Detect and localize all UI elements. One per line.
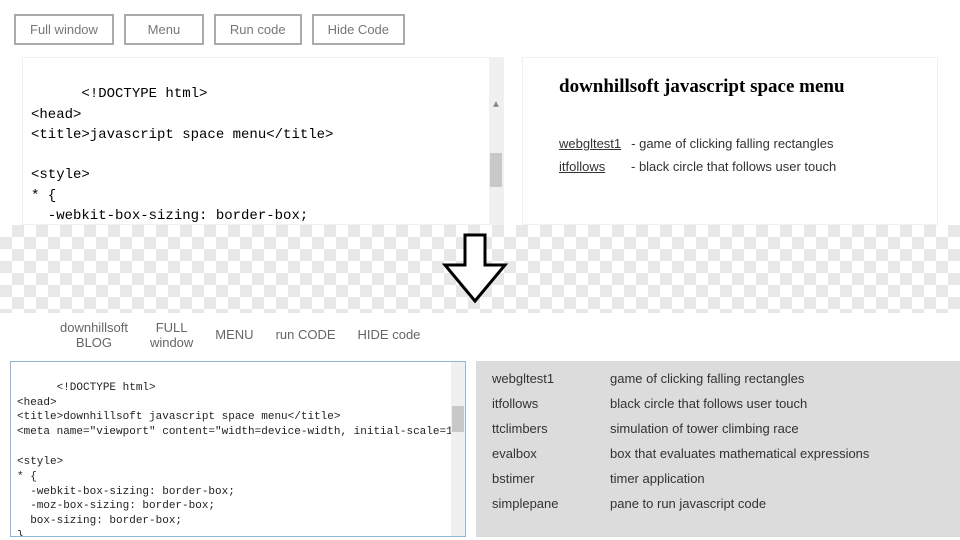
bottom-content: <!DOCTYPE html> <head> <title>downhillso… [0, 361, 960, 540]
demo-desc: pane to run javascript code [610, 496, 944, 511]
label-line1: run CODE [276, 328, 336, 343]
demo-row: simplepane pane to run javascript code [492, 496, 944, 511]
demo-row: webgltest1 game of clicking falling rect… [492, 371, 944, 386]
scrollbar[interactable]: ▲ [489, 58, 503, 224]
hide-code-button[interactable]: Hide Code [312, 14, 405, 45]
demo-link[interactable]: bstimer [492, 471, 578, 486]
demo-row: bstimer timer application [492, 471, 944, 486]
demo-link[interactable]: webgltest1 [492, 371, 578, 386]
top-toolbar: Full window Menu Run code Hide Code [0, 0, 960, 57]
menu-link[interactable]: MENU [215, 328, 253, 343]
label-line2: BLOG [60, 336, 128, 351]
bottom-preview-pane: webgltest1 game of clicking falling rect… [476, 361, 960, 537]
full-window-button[interactable]: Full window [14, 14, 114, 45]
bottom-toolbar: downhillsoft BLOG FULL window MENU run C… [0, 313, 960, 361]
scroll-thumb[interactable] [452, 406, 464, 432]
demo-row: itfollows black circle that follows user… [492, 396, 944, 411]
demo-desc: simulation of tower climbing race [610, 421, 944, 436]
demo-desc: timer application [610, 471, 944, 486]
bottom-panel: downhillsoft BLOG FULL window MENU run C… [0, 313, 960, 540]
down-arrow-icon [435, 231, 515, 309]
demo-link[interactable]: evalbox [492, 446, 578, 461]
top-panel: Full window Menu Run code Hide Code <!DO… [0, 0, 960, 225]
label-line1: HIDE code [358, 328, 421, 343]
label-line1: FULL [150, 321, 193, 336]
full-window-link[interactable]: FULL window [150, 321, 193, 351]
code-text: <!DOCTYPE html> <head> <title>downhillso… [17, 382, 466, 537]
demo-link[interactable]: simplepane [492, 496, 578, 511]
demo-row: itfollows - black circle that follows us… [559, 159, 919, 174]
label-line1: MENU [215, 328, 253, 343]
demo-desc: - game of clicking falling rectangles [631, 136, 833, 151]
demo-desc: black circle that follows user touch [610, 396, 944, 411]
transition-gap [0, 225, 960, 313]
demo-desc: - black circle that follows user touch [631, 159, 836, 174]
run-code-button[interactable]: Run code [214, 14, 302, 45]
demo-link[interactable]: itfollows [559, 159, 621, 174]
menu-button[interactable]: Menu [124, 14, 204, 45]
bottom-code-editor[interactable]: <!DOCTYPE html> <head> <title>downhillso… [10, 361, 466, 537]
demo-desc: game of clicking falling rectangles [610, 371, 944, 386]
scroll-up-icon[interactable]: ▲ [489, 99, 503, 113]
code-text: <!DOCTYPE html> <head> <title>javascript… [31, 86, 333, 225]
label-line1: downhillsoft [60, 321, 128, 336]
run-code-link[interactable]: run CODE [276, 328, 336, 343]
preview-title: downhillsoft javascript space menu [559, 76, 919, 98]
scroll-thumb[interactable] [490, 153, 502, 187]
top-preview-pane: downhillsoft javascript space menu webgl… [522, 57, 938, 225]
hide-code-link[interactable]: HIDE code [358, 328, 421, 343]
top-code-editor[interactable]: <!DOCTYPE html> <head> <title>javascript… [22, 57, 504, 225]
demo-desc: box that evaluates mathematical expressi… [610, 446, 944, 461]
blog-link[interactable]: downhillsoft BLOG [60, 321, 128, 351]
demo-link[interactable]: itfollows [492, 396, 578, 411]
demo-link[interactable]: ttclimbers [492, 421, 578, 436]
demo-row: ttclimbers simulation of tower climbing … [492, 421, 944, 436]
demo-link[interactable]: webgltest1 [559, 136, 621, 151]
demo-row: webgltest1 - game of clicking falling re… [559, 136, 919, 151]
demo-row: evalbox box that evaluates mathematical … [492, 446, 944, 461]
label-line2: window [150, 336, 193, 351]
top-content: <!DOCTYPE html> <head> <title>javascript… [0, 57, 960, 225]
